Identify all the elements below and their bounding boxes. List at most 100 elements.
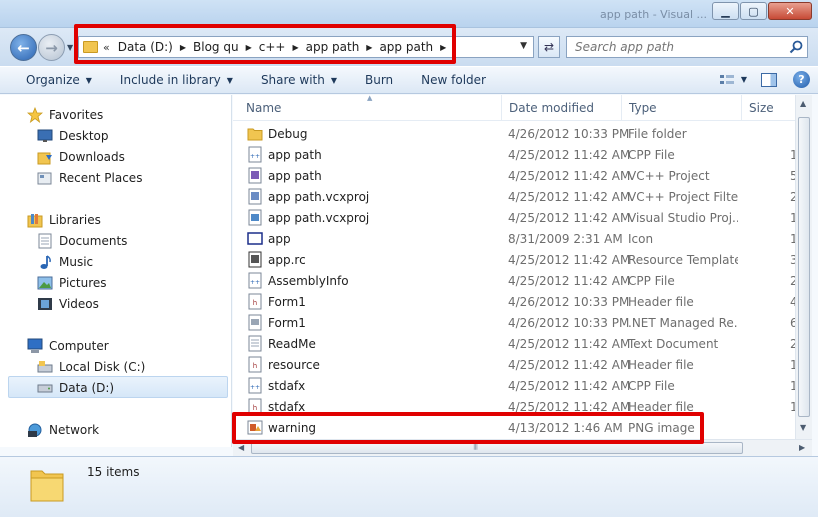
file-row[interactable]: ++ AssemblyInfo 4/25/2012 11:42 AM CPP File…: [233, 270, 795, 291]
preview-pane-icon[interactable]: [761, 72, 777, 87]
file-row[interactable]: app 8/31/2009 2:31 AM Icon 1: [233, 228, 795, 249]
overflow-chevron-icon[interactable]: «: [103, 41, 110, 54]
nav-videos[interactable]: Videos: [37, 294, 99, 314]
file-row[interactable]: ++ stdafx 4/25/2012 11:42 AM CPP File 1: [233, 375, 795, 396]
column-date-modified[interactable]: Date modified: [502, 95, 622, 121]
file-name[interactable]: Debug: [268, 127, 307, 141]
minimize-button[interactable]: ▁: [712, 2, 739, 20]
view-options-dropdown-icon[interactable]: ▼: [741, 75, 747, 84]
file-row[interactable]: app.rc 4/25/2012 11:42 AM Resource Templat…: [233, 249, 795, 270]
file-name[interactable]: resource: [268, 358, 320, 372]
organize-menu[interactable]: Organize ▼: [0, 67, 106, 93]
file-row[interactable]: app path.vcxproj 4/25/2012 11:42 AM VC++ P…: [233, 186, 795, 207]
nav-favorites[interactable]: Favorites: [27, 105, 103, 125]
file-row[interactable]: app path 4/25/2012 11:42 AM VC++ Project 5: [233, 165, 795, 186]
file-name[interactable]: app: [268, 232, 291, 246]
scroll-right-icon[interactable]: ▶: [799, 443, 805, 452]
nav-recent-places[interactable]: Recent Places: [37, 168, 142, 188]
column-name[interactable]: Name: [239, 95, 502, 121]
file-row[interactable]: ++ app path 4/25/2012 11:42 AM CPP File 1: [233, 144, 795, 165]
change-view-icon[interactable]: [719, 73, 735, 87]
nav-libraries[interactable]: Libraries: [27, 210, 101, 230]
videos-icon: [37, 296, 53, 312]
horizontal-scrollbar[interactable]: ◀ ||| ▶: [233, 439, 812, 456]
file-name[interactable]: app path: [268, 169, 322, 183]
chevron-right-icon[interactable]: ▶: [180, 43, 186, 52]
new-folder-button[interactable]: New folder: [407, 67, 500, 93]
cpp-file-icon: ++: [247, 377, 263, 394]
breadcrumb-app-path[interactable]: app path: [379, 40, 433, 54]
search-input[interactable]: [575, 40, 775, 54]
scroll-down-icon[interactable]: ▼: [800, 423, 806, 432]
file-row[interactable]: ReadMe 4/25/2012 11:42 AM Text Document 2: [233, 333, 795, 354]
file-name[interactable]: app path: [268, 148, 322, 162]
file-date-modified: 4/26/2012 10:33 PM: [508, 294, 630, 309]
address-bar[interactable]: « Data (D:) ▶ Blog qu ▶ c++ ▶ app path ▶…: [78, 36, 534, 58]
breadcrumb-app-path-parent[interactable]: app path: [306, 40, 360, 54]
file-type: CPP File: [628, 378, 675, 393]
nav-music[interactable]: Music: [37, 252, 93, 272]
nav-pictures[interactable]: Pictures: [37, 273, 107, 293]
file-name[interactable]: app path.vcxproj: [268, 211, 369, 225]
column-size[interactable]: Size: [742, 95, 795, 121]
recent-pages-dropdown-icon[interactable]: ▼: [67, 43, 73, 52]
nav-downloads[interactable]: Downloads: [37, 147, 125, 167]
maximize-button[interactable]: ▢: [740, 2, 767, 20]
file-name[interactable]: Form1: [268, 295, 306, 309]
file-type: VC++ Project Filte...: [628, 189, 738, 204]
breadcrumb-cpp[interactable]: c++: [259, 40, 286, 54]
file-row[interactable]: h resource 4/25/2012 11:42 AM Header file 1: [233, 354, 795, 375]
search-icon[interactable]: [789, 40, 803, 54]
file-row[interactable]: Debug 4/26/2012 10:33 PM File folder: [233, 123, 795, 144]
breadcrumb-blog-qu[interactable]: Blog qu: [193, 40, 239, 54]
forward-button[interactable]: →: [38, 34, 65, 61]
cpp-file-icon: ++: [247, 146, 263, 163]
file-name[interactable]: stdafx: [268, 379, 305, 393]
chevron-right-icon[interactable]: ▶: [246, 43, 252, 52]
nav-network[interactable]: Network: [27, 420, 99, 440]
address-history-dropdown-icon[interactable]: ▼: [520, 41, 527, 51]
nav-desktop[interactable]: Desktop: [37, 126, 109, 146]
file-name[interactable]: ReadMe: [268, 337, 316, 351]
file-list: ▲ Name Date modified Type Size Debug 4/26…: [233, 95, 795, 439]
help-icon[interactable]: ?: [793, 71, 810, 88]
file-row[interactable]: Form1 4/26/2012 10:33 PM .NET Managed Re..…: [233, 312, 795, 333]
chevron-right-icon[interactable]: ▶: [292, 43, 298, 52]
file-name[interactable]: AssemblyInfo: [268, 274, 349, 288]
search-box[interactable]: [566, 36, 808, 58]
file-name[interactable]: warning: [268, 421, 316, 435]
nav-local-disk[interactable]: Local Disk (C:): [37, 357, 145, 377]
file-date-modified: 4/26/2012 10:33 PM: [508, 315, 630, 330]
vertical-scroll-thumb[interactable]: [798, 117, 810, 417]
nav-documents[interactable]: Documents: [37, 231, 127, 251]
file-name[interactable]: app path.vcxproj: [268, 190, 369, 204]
horizontal-scroll-thumb[interactable]: [251, 442, 743, 454]
scroll-up-icon[interactable]: ▲: [800, 99, 806, 108]
refresh-button[interactable]: ⇄: [538, 36, 560, 58]
back-button[interactable]: ←: [10, 34, 37, 61]
file-name[interactable]: Form1: [268, 316, 306, 330]
file-name[interactable]: stdafx: [268, 400, 305, 414]
include-in-library-menu[interactable]: Include in library ▼: [106, 67, 247, 93]
file-row[interactable]: app path.vcxproj 4/25/2012 11:42 AM Visual…: [233, 207, 795, 228]
window-title: app path - Visual ...: [600, 8, 707, 21]
nav-data-d[interactable]: Data (D:): [37, 378, 114, 398]
svg-text:h: h: [253, 299, 257, 307]
vcproj-filters-icon: [247, 188, 263, 205]
column-type[interactable]: Type: [622, 95, 742, 121]
vertical-scrollbar[interactable]: ▲ ▼: [795, 95, 812, 439]
burn-button[interactable]: Burn: [351, 67, 407, 93]
breadcrumb-data-d[interactable]: Data (D:): [118, 40, 173, 54]
file-row[interactable]: h stdafx 4/25/2012 11:42 AM Header file 1: [233, 396, 795, 417]
share-with-menu[interactable]: Share with ▼: [247, 67, 351, 93]
chevron-right-icon[interactable]: ▶: [440, 43, 446, 52]
close-button[interactable]: ✕: [768, 2, 812, 20]
nav-computer[interactable]: Computer: [27, 336, 109, 356]
pictures-icon: [37, 275, 53, 291]
scroll-left-icon[interactable]: ◀: [238, 443, 244, 452]
file-row[interactable]: warning 4/13/2012 1:46 AM PNG image: [233, 417, 795, 438]
file-row[interactable]: h Form1 4/26/2012 10:33 PM Header file 4: [233, 291, 795, 312]
file-type: Text Document: [628, 336, 719, 351]
chevron-right-icon[interactable]: ▶: [366, 43, 372, 52]
file-name[interactable]: app.rc: [268, 253, 306, 267]
